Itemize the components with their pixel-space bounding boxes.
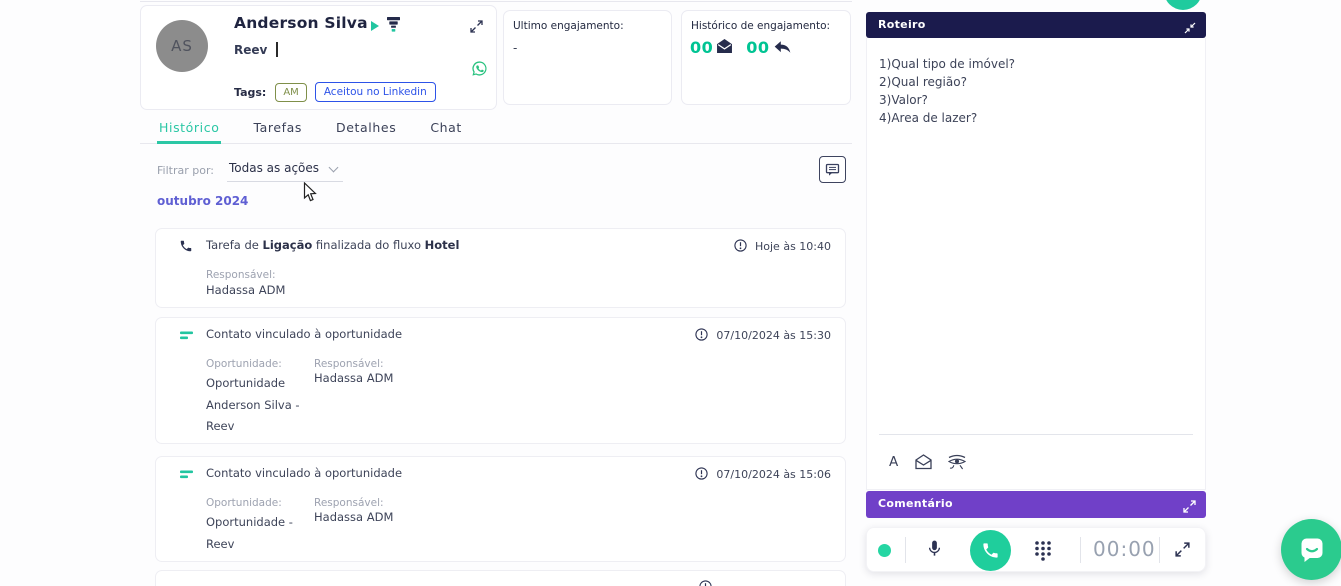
responsible-label: Responsável: [314, 358, 384, 370]
roteiro-panel: 1)Qual tipo de imóvel? 2)Qual região? 3)… [866, 38, 1206, 490]
timeline-month: outubro 2024 [157, 194, 249, 208]
microphone-button[interactable] [925, 539, 944, 562]
crm-contact-screen: AS Anderson Silva Reev Tags: AM Aceitou … [0, 0, 1341, 586]
roteiro-title: Roteiro [878, 18, 926, 31]
timeline-timestamp: 07/10/2024 às 15:06 [695, 465, 831, 484]
opportunity-icon [179, 466, 194, 485]
responsible-value: Hadassa ADM [314, 371, 394, 385]
reply-arrow-icon [774, 38, 791, 57]
emails-sent-count: 00 [690, 38, 714, 57]
mouse-cursor [303, 181, 318, 207]
whatsapp-icon[interactable] [471, 60, 488, 81]
divider [1080, 537, 1081, 563]
tab-bar: Histórico Tarefas Detalhes Chat [140, 116, 852, 144]
divider [905, 537, 906, 563]
tab-tarefas[interactable]: Tarefas [251, 116, 304, 144]
text-format-button[interactable]: A [887, 452, 900, 472]
last-engagement-card: Ultimo engajamento: - [503, 10, 672, 105]
call-control-bar: 00:00 [866, 527, 1206, 572]
status-dot [878, 544, 891, 557]
filter-label: Filtrar por: [157, 164, 214, 177]
contact-card: AS Anderson Silva Reev Tags: AM Aceitou … [140, 5, 497, 110]
clock-icon [734, 237, 747, 256]
top-divider [140, 1, 852, 2]
last-engagement-value: - [513, 41, 518, 55]
text-caret [276, 42, 278, 57]
timeline-item-opportunity: Contato vinculado à oportunidade 07/10/2… [155, 317, 846, 444]
tag-am[interactable]: AM [275, 82, 307, 102]
opportunity-value: Oportunidade Anderson Silva - Reev [206, 376, 300, 433]
timeline-item-call-task: Tarefa de Ligação finalizada do fluxo Ho… [155, 228, 846, 308]
responsible-label: Responsável: [314, 497, 384, 509]
collapse-icon[interactable] [1184, 19, 1196, 38]
timeline-timestamp: 07/10/2024 às 15:30 [695, 326, 831, 345]
responsible-value: Hadassa ADM [314, 510, 394, 524]
replies-count: 00 [746, 38, 770, 57]
expand-contact-icon[interactable] [470, 18, 483, 37]
eye-of-horus-icon[interactable] [947, 452, 967, 472]
tab-historico[interactable]: Histórico [157, 116, 222, 144]
timeline-title: Contato vinculado à oportunidade [206, 327, 403, 341]
call-timer: 00:00 [1093, 537, 1156, 561]
script-questions: 1)Qual tipo de imóvel? 2)Qual região? 3)… [879, 57, 1016, 125]
filter-funnel-icon[interactable] [387, 16, 400, 36]
engagement-history-card: Histórico de engajamento: 00 00 [681, 10, 851, 105]
avatar: AS [156, 20, 208, 72]
online-status-peek [1164, 0, 1202, 10]
divider [1159, 537, 1160, 563]
expand-icon[interactable] [1183, 498, 1196, 517]
roteiro-header: Roteiro [866, 12, 1206, 38]
opportunity-label: Oportunidade: [206, 497, 282, 509]
contact-company: Reev [234, 42, 268, 57]
actions-filter-select[interactable]: Todas as ações [227, 158, 343, 182]
timeline-item-partial [155, 570, 846, 586]
phone-icon [983, 543, 998, 558]
play-icon[interactable] [371, 21, 379, 31]
call-button[interactable] [970, 530, 1011, 571]
timeline-item-opportunity: Contato vinculado à oportunidade 07/10/2… [155, 456, 846, 562]
comentario-header: Comentário [866, 491, 1206, 518]
clock-icon [695, 326, 709, 345]
last-engagement-label: Ultimo engajamento: [513, 20, 624, 32]
opportunity-icon [179, 327, 194, 346]
contact-name: Anderson Silva [234, 14, 368, 32]
timeline-title: Tarefa de Ligação finalizada do fluxo Ho… [206, 238, 460, 252]
phone-icon [179, 238, 193, 257]
tab-detalhes[interactable]: Detalhes [334, 116, 398, 144]
tag-linkedin[interactable]: Aceitou no Linkedin [314, 82, 436, 102]
clock-icon [699, 578, 712, 586]
timeline-title: Contato vinculado à oportunidade [206, 466, 403, 480]
tags-row: Tags: AM Aceitou no Linkedin [234, 82, 436, 102]
comment-icon [825, 163, 840, 176]
chat-launcher-button[interactable] [1281, 519, 1341, 580]
timeline-timestamp: Hoje às 10:40 [734, 237, 831, 256]
chat-bubble-icon [1301, 538, 1322, 562]
toolbar-divider [879, 434, 1193, 435]
expand-call-icon[interactable] [1175, 542, 1190, 561]
tab-chat[interactable]: Chat [428, 116, 464, 144]
comentario-title: Comentário [878, 497, 953, 510]
responsible-label: Responsável: [206, 269, 276, 281]
clock-icon [695, 465, 709, 484]
annotation-button[interactable] [819, 156, 846, 183]
engagement-counts: 00 00 [690, 38, 791, 57]
mail-open-icon [717, 38, 733, 57]
actions-filter-value: Todas as ações [229, 161, 320, 175]
roteiro-toolbar: A [887, 452, 967, 472]
responsible-value: Hadassa ADM [206, 283, 286, 297]
email-template-icon[interactable] [914, 452, 933, 472]
opportunity-label: Oportunidade: [206, 358, 282, 370]
engagement-history-label: Histórico de engajamento: [691, 20, 831, 32]
opportunity-value: Oportunidade - Reev [206, 515, 293, 551]
chevron-down-icon [328, 162, 339, 173]
tags-label: Tags: [234, 85, 267, 99]
dialpad-button[interactable] [1034, 540, 1052, 565]
